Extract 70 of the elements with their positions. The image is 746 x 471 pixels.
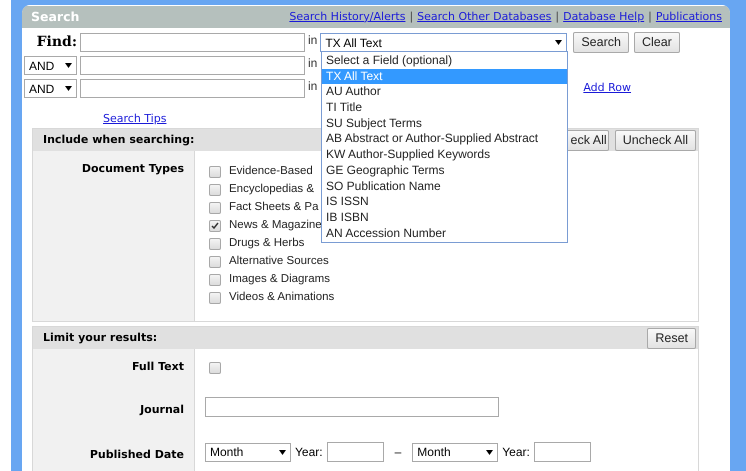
option-label: Images & Diagrams xyxy=(229,272,330,288)
field-label: Full Text xyxy=(132,359,184,373)
link-separator: | xyxy=(648,8,652,25)
dropdown-option[interactable]: SU Subject Terms xyxy=(322,116,567,132)
dropdown-option[interactable]: GE Geographic Terms xyxy=(322,162,567,178)
year-input[interactable] xyxy=(534,442,591,462)
search-input[interactable] xyxy=(80,56,305,75)
field-label: Document Types xyxy=(82,161,184,175)
year-input[interactable] xyxy=(326,442,384,462)
dropdown-option[interactable]: TI Title xyxy=(322,100,567,116)
dropdown-option[interactable]: IS ISSN xyxy=(322,194,567,210)
header-link[interactable]: Database Help xyxy=(563,8,644,26)
panel-title: Search xyxy=(31,8,80,26)
add-row-link[interactable]: Add Row xyxy=(583,80,632,97)
operator-select[interactable]: AND xyxy=(24,56,77,75)
field-label: Published Date xyxy=(90,447,184,461)
checkbox[interactable] xyxy=(209,238,221,250)
find-label: Find: xyxy=(36,33,77,52)
link-separator: | xyxy=(409,8,414,25)
caret-icon xyxy=(65,86,72,91)
option-label: Drugs & Herbs xyxy=(229,236,304,252)
journal-input[interactable] xyxy=(205,397,499,417)
month-select[interactable]: Month xyxy=(205,442,291,462)
search-tips-link[interactable]: Search Tips xyxy=(103,112,166,125)
year-label: Year: xyxy=(502,444,530,461)
in-label: in xyxy=(308,33,318,47)
section-title: Include when searching: xyxy=(43,132,194,148)
in-label: in xyxy=(308,56,318,70)
link-separator: | xyxy=(555,8,560,25)
range-dash: – xyxy=(394,444,402,461)
option-label: Videos & Animations xyxy=(229,290,334,306)
year-label: Year: xyxy=(295,444,323,461)
search-input[interactable] xyxy=(80,79,305,98)
option-label: Fact Sheets & Pa xyxy=(229,200,318,216)
dropdown-option[interactable]: AU Author xyxy=(322,84,567,100)
reset-button[interactable]: Reset xyxy=(647,328,696,348)
checkbox[interactable] xyxy=(209,274,221,286)
search-button[interactable]: Search xyxy=(573,32,629,53)
header-link[interactable]: Search History/Alerts xyxy=(289,8,406,26)
dropdown-option[interactable]: SO Publication Name xyxy=(322,178,567,194)
checkbox[interactable] xyxy=(209,256,221,268)
search-input[interactable] xyxy=(80,33,305,52)
dropdown-option[interactable]: AN Accession Number xyxy=(322,226,567,242)
option-label: Encyclopedias & xyxy=(229,182,314,198)
in-label: in xyxy=(308,79,318,93)
checkbox[interactable] xyxy=(209,184,221,196)
checkbox[interactable] xyxy=(209,362,221,374)
field-select[interactable]: TX All Text xyxy=(320,33,568,52)
field-label: Journal xyxy=(140,402,184,416)
checkbox[interactable] xyxy=(209,292,221,304)
caret-icon xyxy=(486,450,494,454)
checkbox[interactable] xyxy=(209,202,221,214)
caret-icon xyxy=(279,450,286,454)
month-select[interactable]: Month xyxy=(412,442,498,462)
header-link[interactable]: Publications xyxy=(656,8,722,26)
clear-button[interactable]: Clear xyxy=(634,32,680,53)
checkbox[interactable] xyxy=(209,220,221,232)
dropdown-option[interactable]: IB ISBN xyxy=(322,210,567,226)
uncheck-all-button[interactable]: Uncheck All xyxy=(614,130,696,150)
checkmark-icon xyxy=(211,222,219,230)
section-title: Limit your results: xyxy=(43,330,158,346)
option-label: Alternative Sources xyxy=(229,254,329,270)
operator-select[interactable]: AND xyxy=(24,79,77,98)
caret-icon xyxy=(555,40,562,45)
dropdown-option[interactable]: Select a Field (optional) xyxy=(322,53,567,69)
caret-icon xyxy=(65,63,72,68)
option-label: News & Magazine xyxy=(229,218,322,234)
checkbox[interactable] xyxy=(209,166,221,178)
header-link[interactable]: Search Other Databases xyxy=(417,8,552,26)
option-label: Evidence-Based xyxy=(229,164,313,180)
